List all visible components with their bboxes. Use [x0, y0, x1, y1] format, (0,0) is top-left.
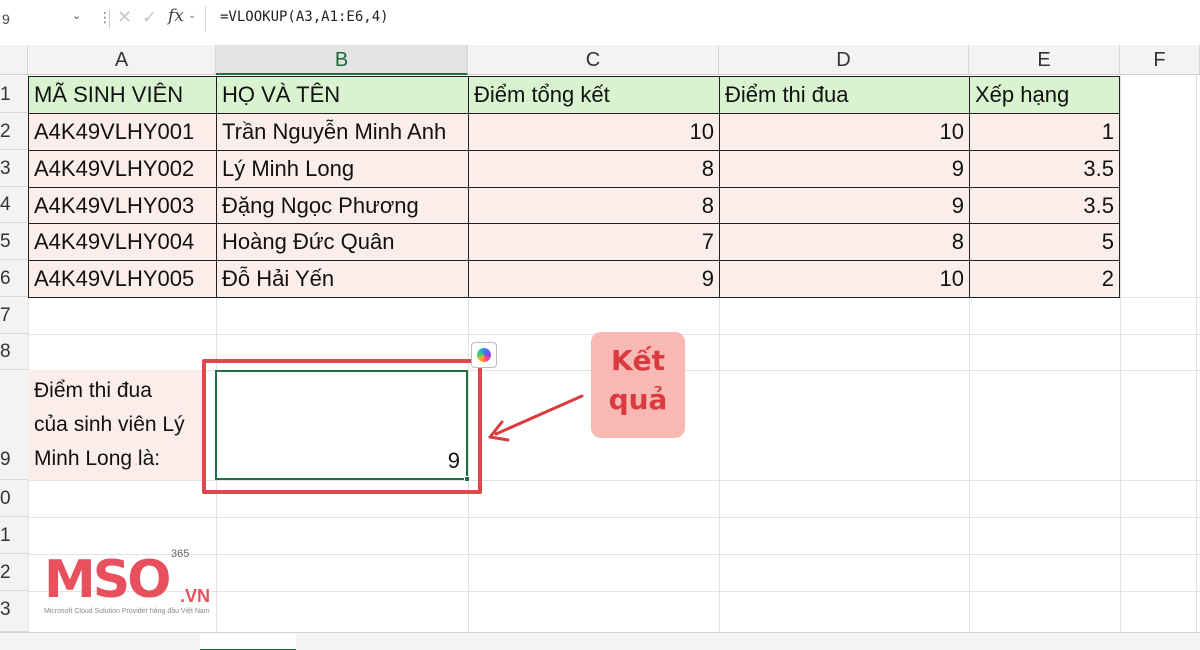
worksheet-grid: A B C D E F 1 2 3 4 5 6 7 8 9 0 1 2 3 MÃ… [0, 0, 1200, 650]
table-cell[interactable]: 3.5 [969, 187, 1120, 224]
active-cell[interactable]: 9 [215, 370, 470, 482]
table-cell[interactable]: 9 [719, 150, 970, 188]
table-cell[interactable]: A4K49VLHY003 [28, 187, 217, 224]
table-header-cell[interactable]: Điểm thi đua [719, 76, 970, 114]
row-header[interactable]: 2 [0, 554, 28, 591]
callout-text: quả [608, 383, 668, 416]
gridline [28, 517, 1200, 518]
table-cell[interactable]: Hoàng Đức Quân [216, 223, 469, 261]
column-header-d[interactable]: D [719, 45, 969, 75]
column-header-e[interactable]: E [969, 45, 1120, 75]
table-cell[interactable]: 2 [969, 260, 1120, 298]
sheet-tab[interactable] [200, 633, 296, 650]
fill-handle[interactable] [464, 476, 470, 482]
table-cell[interactable]: 5 [969, 223, 1120, 261]
table-cell[interactable]: 10 [719, 113, 970, 151]
logo-text: MSO [44, 550, 171, 610]
table-cell[interactable]: 10 [468, 113, 720, 151]
row-header[interactable]: 1 [0, 517, 28, 554]
copilot-icon[interactable] [471, 342, 497, 368]
logo-tagline: Microsoft Cloud Solution Provider hàng đ… [44, 608, 210, 615]
column-header-a[interactable]: A [28, 45, 216, 75]
table-cell[interactable]: 10 [719, 260, 970, 298]
label-line: Điểm thi đua [34, 379, 152, 402]
gridline [1120, 75, 1121, 635]
table-cell[interactable]: 8 [468, 187, 720, 224]
column-header-f[interactable]: F [1120, 45, 1200, 75]
table-cell[interactable]: Trần Nguyễn Minh Anh [216, 113, 469, 151]
table-cell[interactable]: A4K49VLHY001 [28, 113, 217, 151]
column-header-c[interactable]: C [468, 45, 719, 75]
logo-superscript: 365 [171, 548, 190, 560]
row-header[interactable]: 6 [0, 260, 28, 297]
result-callout: Kết quả [591, 332, 685, 438]
table-header-cell[interactable]: Điểm tổng kết [468, 76, 720, 114]
label-line: Minh Long là: [34, 447, 161, 470]
row-header[interactable]: 7 [0, 297, 28, 334]
table-cell[interactable]: 7 [468, 223, 720, 261]
mso-logo: MSO 365 .VN Microsoft Cloud Solution Pro… [40, 548, 220, 628]
select-all-corner[interactable] [0, 45, 28, 75]
row-header[interactable]: 2 [0, 113, 28, 150]
row-header[interactable]: 5 [0, 223, 28, 260]
result-value: 9 [447, 448, 460, 473]
table-header-cell[interactable]: MÃ SINH VIÊN [28, 76, 217, 114]
row-header[interactable]: 4 [0, 187, 28, 223]
table-cell[interactable]: Đặng Ngọc Phương [216, 187, 469, 224]
label-line: của sinh viên Lý [34, 413, 185, 436]
arrow-icon [488, 394, 584, 442]
table-header-cell[interactable]: HỌ VÀ TÊN [216, 76, 469, 114]
gridline [1196, 75, 1197, 635]
table-cell[interactable]: 9 [719, 187, 970, 224]
row-header[interactable]: 3 [0, 591, 28, 632]
column-header-b[interactable]: B [216, 45, 468, 75]
logo-suffix: .VN [180, 586, 211, 606]
copilot-logo-icon [477, 348, 491, 362]
label-cell[interactable]: Điểm thi đua của sinh viên Lý Minh Long … [28, 370, 204, 480]
table-cell[interactable]: 8 [468, 150, 720, 188]
table-cell[interactable]: 8 [719, 223, 970, 261]
table-cell[interactable]: A4K49VLHY005 [28, 260, 217, 298]
table-cell[interactable]: 3.5 [969, 150, 1120, 188]
table-cell[interactable]: Lý Minh Long [216, 150, 469, 188]
row-header[interactable]: 9 [0, 370, 28, 480]
table-cell[interactable]: A4K49VLHY002 [28, 150, 217, 188]
callout-text: Kết [610, 344, 666, 377]
table-cell[interactable]: 1 [969, 113, 1120, 151]
table-cell[interactable]: Đỗ Hải Yến [216, 260, 469, 298]
sheet-tab-strip [0, 632, 1200, 650]
table-cell[interactable]: 9 [468, 260, 720, 298]
row-header[interactable]: 0 [0, 480, 28, 517]
table-cell[interactable]: A4K49VLHY004 [28, 223, 217, 261]
row-header[interactable]: 3 [0, 150, 28, 187]
row-header[interactable]: 1 [0, 76, 28, 113]
row-header[interactable]: 8 [0, 334, 28, 370]
table-header-cell[interactable]: Xếp hạng [969, 76, 1120, 114]
